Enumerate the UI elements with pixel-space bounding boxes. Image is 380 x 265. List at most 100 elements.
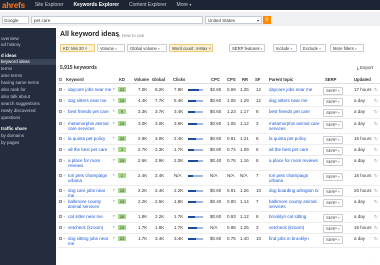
parent-topic-link[interactable]: dog sitters near me bbox=[269, 98, 321, 103]
filter-global-volume[interactable]: Global volume ▾ bbox=[127, 44, 167, 52]
keyword-link[interactable]: best friends pet care bbox=[68, 109, 112, 114]
add-icon[interactable]: + bbox=[63, 109, 65, 114]
refresh-icon[interactable]: ↻ bbox=[374, 225, 378, 231]
chevron-down-icon[interactable]: ▾ bbox=[113, 136, 115, 140]
serp-button[interactable]: SERP ▾ bbox=[323, 236, 343, 244]
row-checkbox[interactable] bbox=[59, 215, 62, 218]
sidebar-item-having-same-terms[interactable]: having same terms bbox=[0, 80, 56, 86]
chevron-down-icon[interactable]: ▾ bbox=[113, 147, 115, 151]
parent-topic-link[interactable]: metamorphis animal care services bbox=[269, 121, 321, 131]
chevron-down-icon[interactable]: ▾ bbox=[113, 236, 115, 240]
row-checkbox[interactable] bbox=[59, 110, 62, 113]
header-checkbox[interactable] bbox=[59, 77, 62, 82]
refresh-icon[interactable]: ↻ bbox=[374, 121, 378, 127]
serp-button[interactable]: SERP ▾ bbox=[323, 214, 343, 222]
keyword-link[interactable]: tori pets champaign urbana bbox=[68, 173, 112, 183]
ahrefs-logo[interactable]: ahrefs bbox=[2, 1, 25, 10]
chevron-down-icon[interactable]: ▾ bbox=[113, 121, 115, 125]
header-kd[interactable]: KD bbox=[119, 77, 125, 82]
header-cps[interactable]: CPS bbox=[227, 77, 236, 82]
header-cpc[interactable]: CPC bbox=[211, 77, 220, 82]
sidebar-item-same-terms[interactable]: ame terms bbox=[0, 73, 56, 79]
row-checkbox[interactable] bbox=[59, 174, 62, 177]
row-checkbox[interactable] bbox=[59, 200, 62, 203]
search-button[interactable]: ⚲ bbox=[263, 16, 271, 24]
add-icon[interactable]: + bbox=[63, 225, 65, 230]
keyword-link[interactable]: metamorphis animal care services bbox=[68, 121, 112, 131]
parent-topic-link[interactable]: vetcheck (kzoom) bbox=[269, 225, 321, 230]
keyword-link[interactable]: dog sitting jobs near me bbox=[68, 236, 112, 246]
chevron-down-icon[interactable]: ▾ bbox=[113, 109, 115, 113]
refresh-icon[interactable]: ↻ bbox=[374, 236, 378, 242]
sidebar-item-keyword-ideas[interactable]: keyword ideas bbox=[0, 59, 56, 65]
row-checkbox[interactable] bbox=[59, 226, 62, 229]
chevron-down-icon[interactable]: ▾ bbox=[113, 87, 115, 91]
row-checkbox[interactable] bbox=[59, 137, 62, 140]
add-icon[interactable]: + bbox=[63, 136, 65, 141]
filter-include[interactable]: Include ▾ bbox=[273, 44, 297, 52]
sidebar-item-questions[interactable]: questions bbox=[0, 115, 56, 121]
search-input[interactable]: pet care bbox=[31, 16, 203, 24]
keyword-link[interactable]: vetcheck (kzoom) bbox=[68, 225, 112, 230]
header-rr[interactable]: RR bbox=[242, 77, 248, 82]
parent-topic-link[interactable]: a place for mom reviews bbox=[269, 158, 321, 163]
sidebar-item-also-talk-about[interactable]: also talk about bbox=[0, 94, 56, 100]
add-icon[interactable]: + bbox=[63, 121, 65, 126]
tab-site-explorer[interactable]: Site Explorer bbox=[35, 2, 64, 8]
sidebar-item-search-suggestions[interactable]: search suggestions bbox=[0, 101, 56, 107]
parent-topic-link[interactable]: dog boarding arlington tx bbox=[269, 188, 321, 193]
parent-topic-link[interactable]: find jobs in brooklyn bbox=[269, 236, 321, 241]
header-clicks[interactable]: Clicks bbox=[173, 77, 185, 82]
row-checkbox[interactable] bbox=[59, 148, 62, 151]
serp-button[interactable]: SERP ▾ bbox=[323, 136, 343, 144]
export-button[interactable]: ⤓ Export bbox=[352, 64, 378, 72]
search-engine-select[interactable]: Google bbox=[2, 16, 29, 24]
refresh-icon[interactable]: ↻ bbox=[374, 147, 378, 153]
chevron-down-icon[interactable]: ▾ bbox=[113, 158, 115, 162]
keyword-link[interactable]: dog sitters near me bbox=[68, 98, 112, 103]
refresh-icon[interactable]: ↻ bbox=[374, 136, 378, 142]
keyword-link[interactable]: cat sitter near me bbox=[68, 214, 112, 219]
keyword-link[interactable]: la quinta pet policy bbox=[68, 136, 112, 141]
refresh-icon[interactable]: ↻ bbox=[374, 199, 378, 205]
filter-more[interactable]: More filters ▾ bbox=[330, 44, 364, 52]
row-checkbox[interactable] bbox=[59, 159, 62, 162]
sidebar-item-newly-discovered[interactable]: newly discovered bbox=[0, 108, 56, 114]
sidebar-item-also-rank-for[interactable]: also rank for bbox=[0, 87, 56, 93]
close-icon[interactable]: × bbox=[208, 46, 210, 51]
refresh-icon[interactable]: ↻ bbox=[374, 87, 378, 93]
keyword-link[interactable]: baltimore county animal services bbox=[68, 199, 112, 209]
filter-serp-features[interactable]: SERP features ▾ bbox=[229, 44, 265, 52]
chevron-down-icon[interactable]: ▾ bbox=[113, 173, 115, 177]
parent-topic-link[interactable]: tori pets champaign urbana bbox=[269, 173, 321, 183]
keyword-link[interactable]: all the best pet care bbox=[68, 147, 112, 152]
refresh-icon[interactable]: ↻ bbox=[374, 173, 378, 179]
header-global[interactable]: Global bbox=[152, 77, 165, 82]
header-keyword[interactable]: Keyword bbox=[66, 77, 84, 82]
parent-topic-link[interactable]: daycare jobs near me bbox=[269, 87, 321, 92]
header-updated[interactable]: Updated bbox=[354, 77, 371, 82]
refresh-icon[interactable]: ↻ bbox=[374, 214, 378, 220]
row-checkbox[interactable] bbox=[59, 88, 62, 91]
row-checkbox[interactable] bbox=[59, 237, 62, 240]
add-icon[interactable]: + bbox=[63, 173, 65, 178]
refresh-icon[interactable]: ↻ bbox=[374, 109, 378, 115]
sidebar-item-by-domains[interactable]: by domains bbox=[0, 133, 56, 139]
tab-content-explorer[interactable]: Content Explorer bbox=[129, 2, 167, 8]
chevron-down-icon[interactable]: ▾ bbox=[113, 199, 115, 203]
chevron-down-icon[interactable]: ▾ bbox=[113, 188, 115, 192]
serp-button[interactable]: SERP ▾ bbox=[323, 173, 343, 181]
keyword-link[interactable]: a place for mom reviews bbox=[68, 158, 112, 168]
chevron-down-icon[interactable]: ▾ bbox=[113, 214, 115, 218]
row-checkbox[interactable] bbox=[59, 122, 62, 125]
add-icon[interactable]: + bbox=[63, 98, 65, 103]
serp-button[interactable]: SERP ▾ bbox=[323, 147, 343, 155]
tab-more[interactable]: More ▾ bbox=[177, 2, 192, 8]
chevron-down-icon[interactable]: ▾ bbox=[113, 98, 115, 102]
sidebar-item-terms[interactable]: terms bbox=[0, 66, 56, 72]
serp-button[interactable]: SERP ▾ bbox=[323, 98, 343, 106]
keyword-link[interactable]: daycare jobs near me bbox=[68, 87, 112, 92]
serp-button[interactable]: SERP ▾ bbox=[323, 225, 343, 233]
how-to-use-link[interactable]: ▶ How to use bbox=[117, 33, 144, 39]
add-icon[interactable]: + bbox=[63, 236, 65, 241]
